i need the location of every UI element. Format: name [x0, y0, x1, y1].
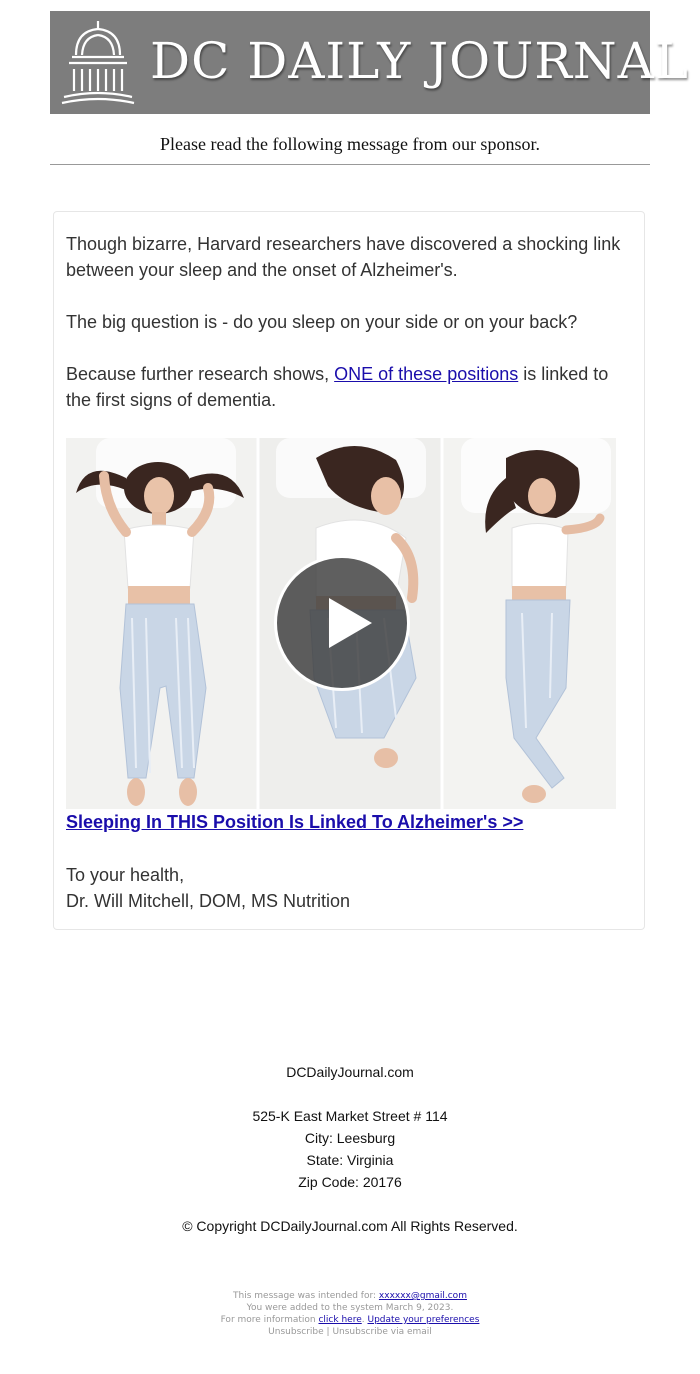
unsubscribe-email-text[interactable]: Unsubscribe via email	[332, 1327, 431, 1337]
sponsor-notice: Please read the following message from o…	[160, 134, 540, 154]
footer-site-name: DCDailyJournal.com	[286, 1064, 414, 1080]
footer-copyright: © Copyright DCDailyJournal.com All Right…	[182, 1218, 518, 1234]
update-preferences-link[interactable]: Update your preferences	[367, 1315, 479, 1325]
intended-label: This message was intended for:	[233, 1291, 379, 1301]
play-button[interactable]	[274, 555, 410, 691]
footer-address: 525-K East Market Street # 114	[252, 1108, 448, 1124]
more-info-label: For more information	[220, 1315, 319, 1325]
positions-link[interactable]: ONE of these positions	[334, 364, 518, 384]
footer-state: State: Virginia	[306, 1152, 394, 1168]
question-paragraph: The big question is - do you sleep on yo…	[66, 312, 578, 332]
click-here-link[interactable]: click here	[318, 1315, 361, 1325]
signoff: To your health, Dr. Will Mitchell, DOM, …	[66, 862, 350, 914]
fine-print-unsubscribe: Unsubscribe | Unsubscribe via email	[0, 1326, 700, 1338]
signoff-author: Dr. Will Mitchell, DOM, MS Nutrition	[66, 891, 351, 911]
fine-print-more-info: For more information click here. Update …	[0, 1314, 700, 1326]
footer-city: City: Leesburg	[304, 1130, 396, 1146]
capitol-dome-icon	[61, 21, 135, 105]
header-divider	[50, 164, 650, 165]
footer-zip: Zip Code: 20176	[298, 1174, 402, 1190]
play-icon	[329, 598, 372, 648]
fine-print-intended: This message was intended for: xxxxxx@gm…	[0, 1290, 700, 1302]
unsubscribe-text[interactable]: Unsubscribe	[268, 1327, 324, 1337]
research-paragraph: Because further research shows, ONE of t…	[66, 361, 636, 413]
intro-paragraph: Though bizarre, Harvard researchers have…	[66, 234, 621, 280]
research-text-before: Because further research shows,	[66, 364, 335, 384]
masthead-banner: DC DAILY JOURNAL	[50, 11, 689, 114]
signoff-greeting: To your health,	[66, 865, 185, 885]
recipient-email-link[interactable]: xxxxxx@gmail.com	[379, 1291, 467, 1301]
fine-print-added: You were added to the system March 9, 20…	[246, 1303, 454, 1313]
masthead-title: DC DAILY JOURNAL	[150, 32, 689, 90]
alzheimers-cta-link[interactable]: Sleeping In THIS Position Is Linked To A…	[66, 812, 523, 833]
